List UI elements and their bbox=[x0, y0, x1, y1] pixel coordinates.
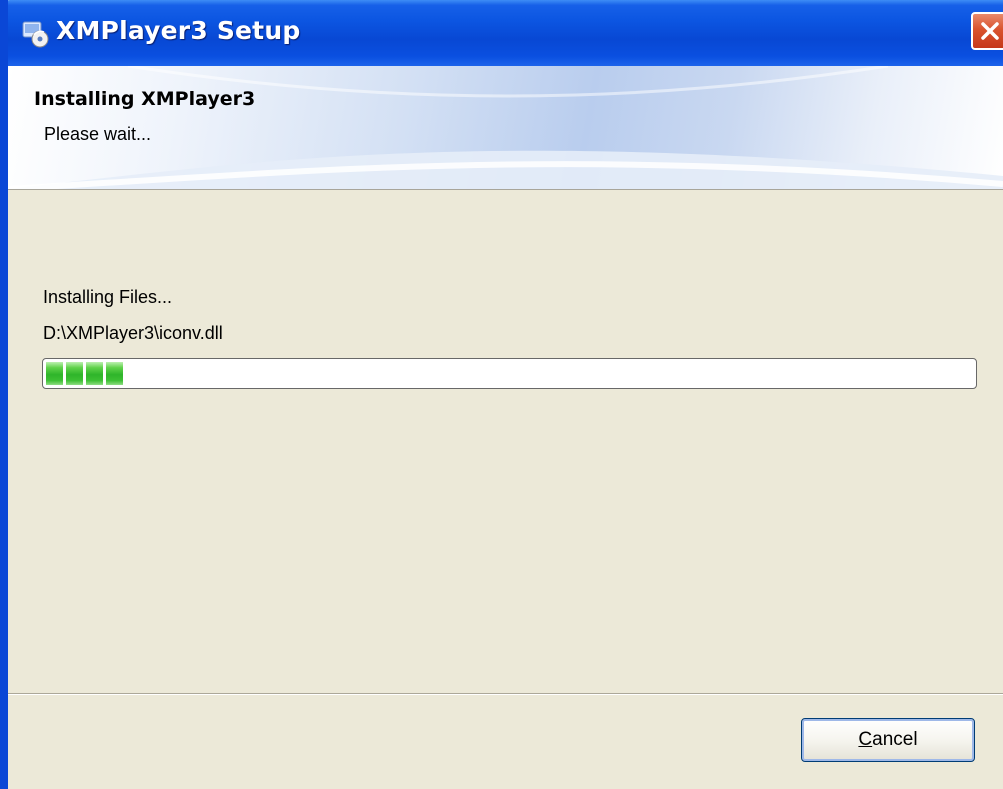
install-progress-bar bbox=[42, 358, 977, 389]
status-action-text: Installing Files... bbox=[43, 287, 173, 307]
progress-block bbox=[66, 362, 83, 385]
wizard-header: Installing XMPlayer3 Please wait... bbox=[8, 66, 1003, 190]
title-bar[interactable]: XMPlayer3 Setup bbox=[8, 0, 1003, 66]
cancel-button-label: Cancel bbox=[858, 729, 918, 750]
setup-window: XMPlayer3 Setup Installing XMPlayer3 Ple… bbox=[0, 0, 1003, 789]
progress-fill bbox=[46, 362, 973, 385]
close-button[interactable] bbox=[971, 12, 1003, 50]
header-title: Installing XMPlayer3 bbox=[34, 88, 256, 110]
installer-disc-icon bbox=[22, 20, 49, 48]
footer-separator bbox=[8, 693, 1003, 695]
progress-block bbox=[86, 362, 103, 385]
window-title: XMPlayer3 Setup bbox=[56, 16, 301, 45]
progress-block bbox=[46, 362, 63, 385]
progress-block bbox=[106, 362, 123, 385]
close-icon bbox=[981, 22, 999, 40]
cancel-button[interactable]: Cancel bbox=[801, 718, 975, 762]
header-subtitle: Please wait... bbox=[44, 124, 152, 144]
status-file-path: D:\XMPlayer3\iconv.dll bbox=[43, 323, 223, 343]
header-banner-graphic bbox=[8, 66, 1003, 189]
